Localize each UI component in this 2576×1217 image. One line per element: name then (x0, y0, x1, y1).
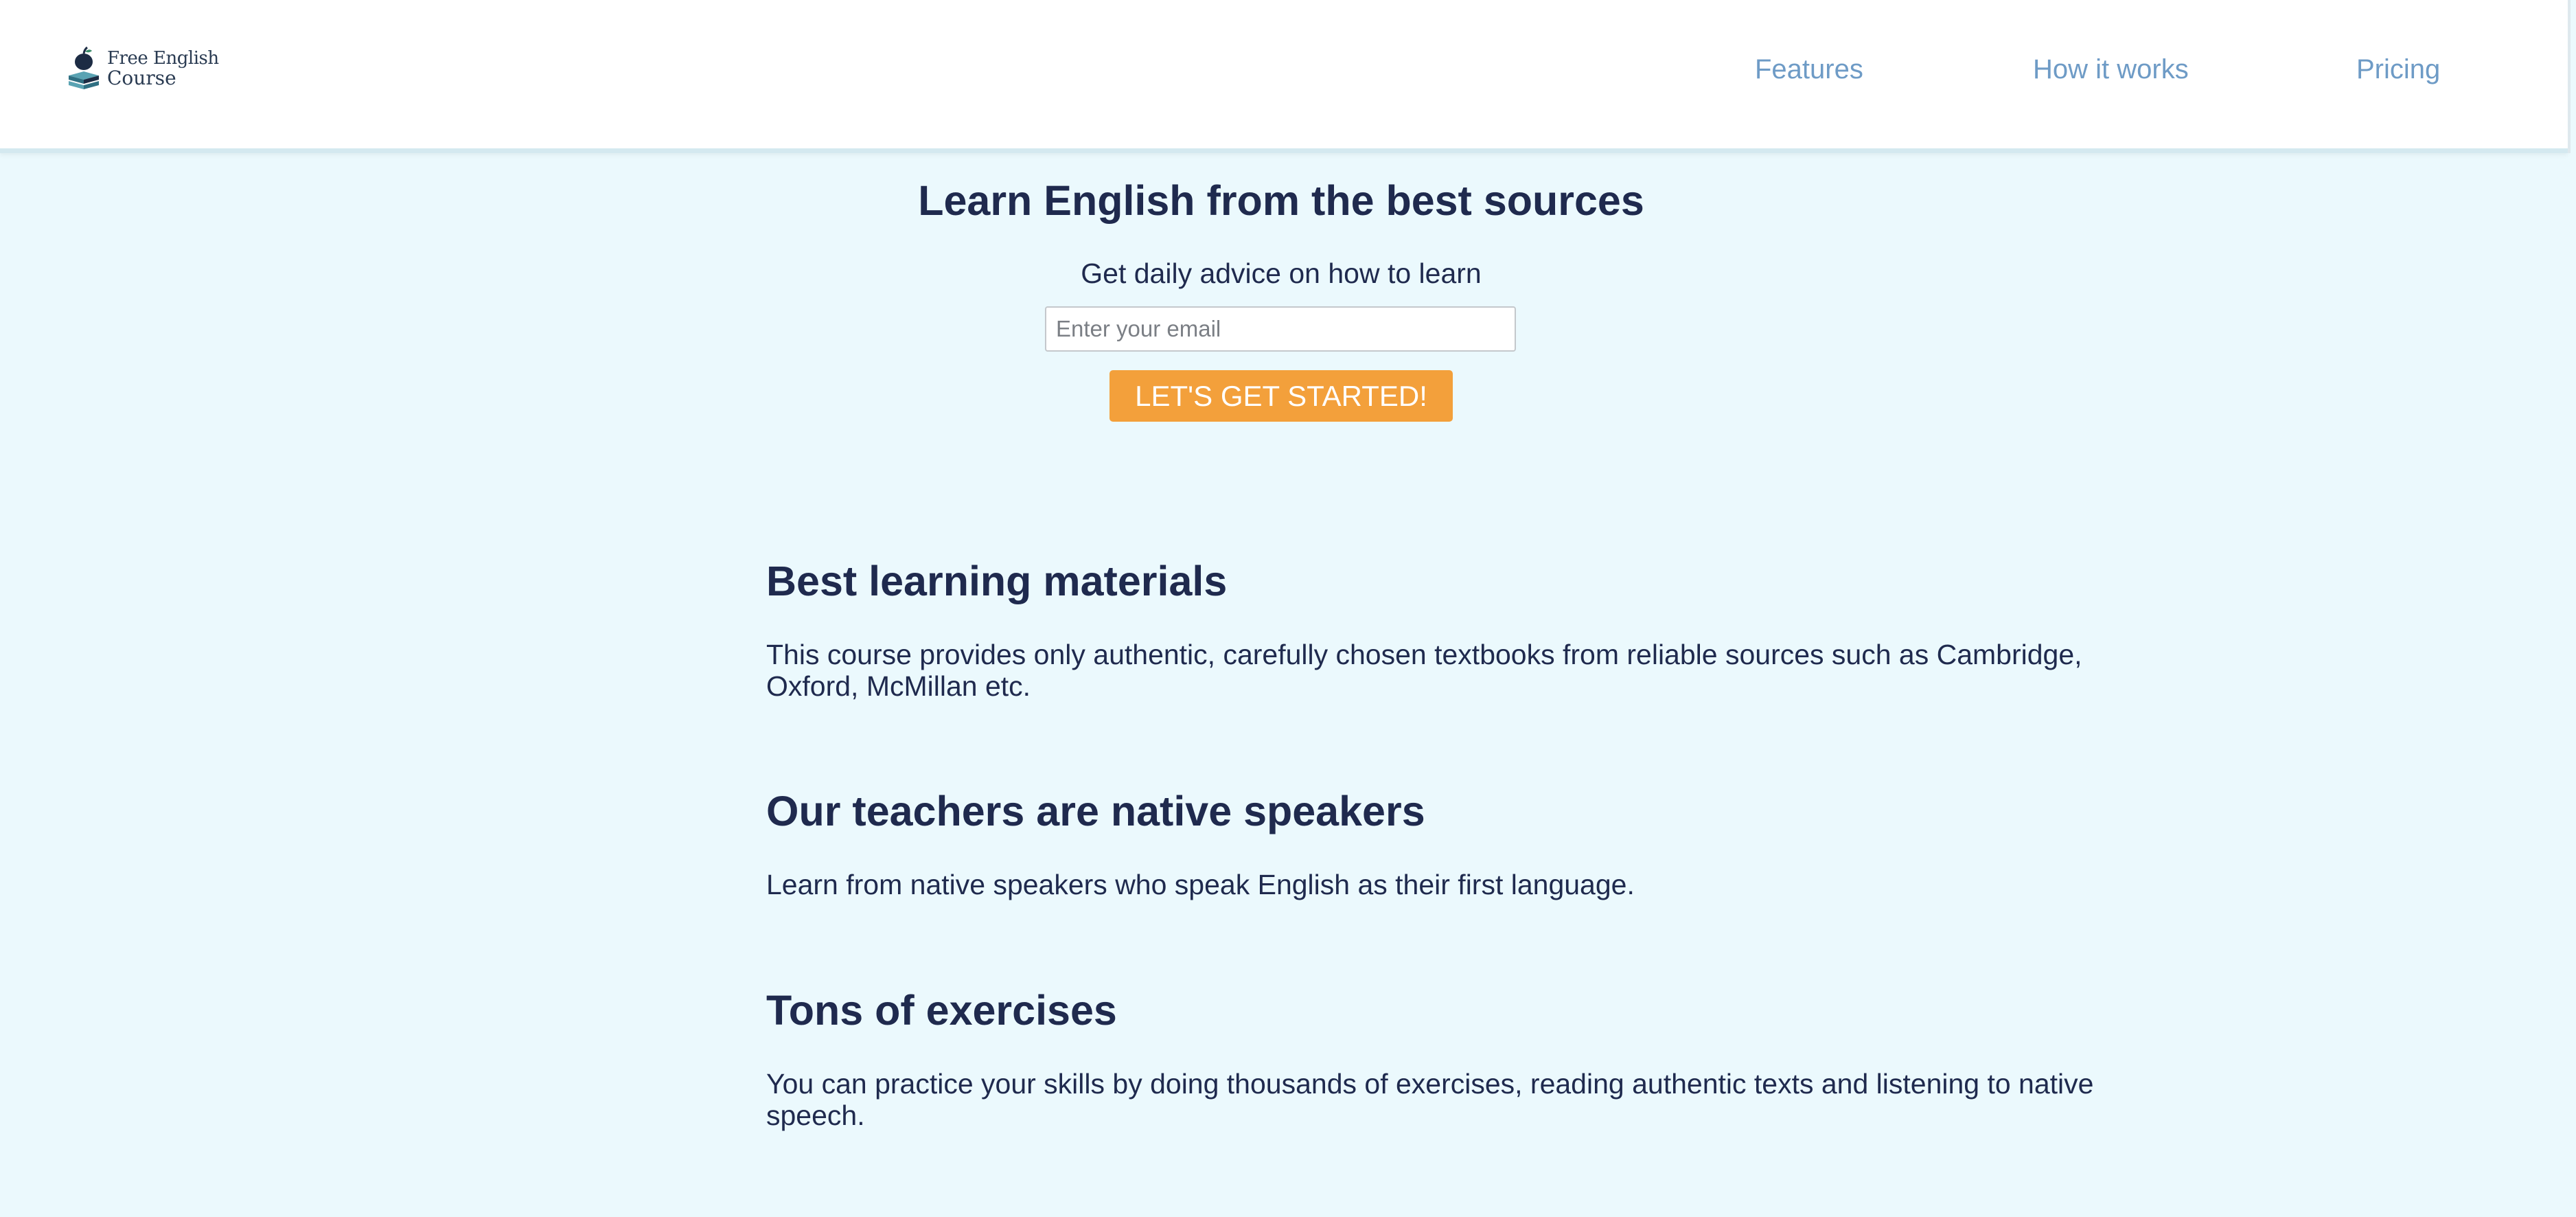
main-nav: Features How it works Pricing (0, 52, 2568, 87)
scrollbar-edge (2568, 0, 2571, 153)
email-input[interactable] (1045, 306, 1516, 352)
feature-title: Best learning materials (766, 558, 1228, 604)
site-header: Free English Course Features How it work… (0, 0, 2568, 153)
feature-text: Learn from native speakers who speak Eng… (766, 869, 1635, 900)
hero-title: Learn English from the best sources (918, 177, 1644, 224)
nav-link-features[interactable]: Features (1755, 52, 1863, 87)
hero-subtitle: Get daily advice on how to learn (1081, 258, 1482, 289)
nav-link-pricing[interactable]: Pricing (2356, 52, 2440, 87)
feature-title: Tons of exercises (766, 987, 1117, 1034)
feature-text: You can practice your skills by doing th… (766, 1068, 2094, 1131)
nav-link-how-it-works[interactable]: How it works (2033, 52, 2189, 87)
feature-title: Our teachers are native speakers (766, 788, 1425, 834)
get-started-button[interactable]: LET'S GET STARTED! (1109, 370, 1453, 422)
feature-text: This course provides only authentic, car… (766, 639, 2082, 702)
